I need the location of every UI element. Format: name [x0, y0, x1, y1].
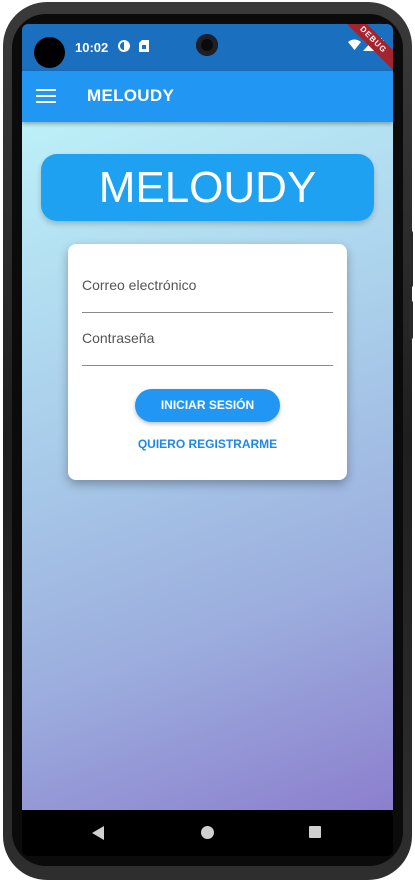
status-time: 10:02 — [75, 40, 109, 55]
wifi-icon — [348, 39, 361, 50]
data-saver-icon — [118, 40, 130, 52]
status-bar: 10:02 DEBUG — [22, 24, 393, 74]
email-field[interactable]: Correo electrónico — [82, 264, 333, 313]
power-button — [409, 300, 413, 340]
brand-banner: MELOUDY — [41, 154, 374, 221]
password-field[interactable]: Contraseña — [82, 318, 333, 366]
email-label: Correo electrónico — [82, 277, 197, 293]
register-link[interactable]: QUIERO REGISTRARME — [68, 437, 347, 451]
screen: 10:02 DEBUG MELOUDY MELOUDY Correo elect… — [22, 24, 393, 856]
password-label: Contraseña — [82, 330, 155, 346]
app-bar-title: MELOUDY — [87, 86, 175, 105]
back-icon[interactable] — [92, 826, 104, 840]
sim-card-icon — [139, 40, 149, 52]
main-content: MELOUDY Correo electrónico Contraseña IN… — [22, 122, 393, 810]
login-card: Correo electrónico Contraseña INICIAR SE… — [68, 244, 347, 480]
volume-button — [409, 230, 413, 288]
menu-icon[interactable] — [36, 89, 56, 105]
front-camera — [196, 34, 218, 56]
app-bar: MELOUDY — [22, 71, 393, 122]
home-icon[interactable] — [201, 826, 214, 839]
login-button[interactable]: INICIAR SESIÓN — [135, 389, 280, 422]
navigation-bar — [22, 810, 393, 856]
camera-cutout — [34, 37, 65, 68]
recents-icon[interactable] — [309, 826, 321, 838]
